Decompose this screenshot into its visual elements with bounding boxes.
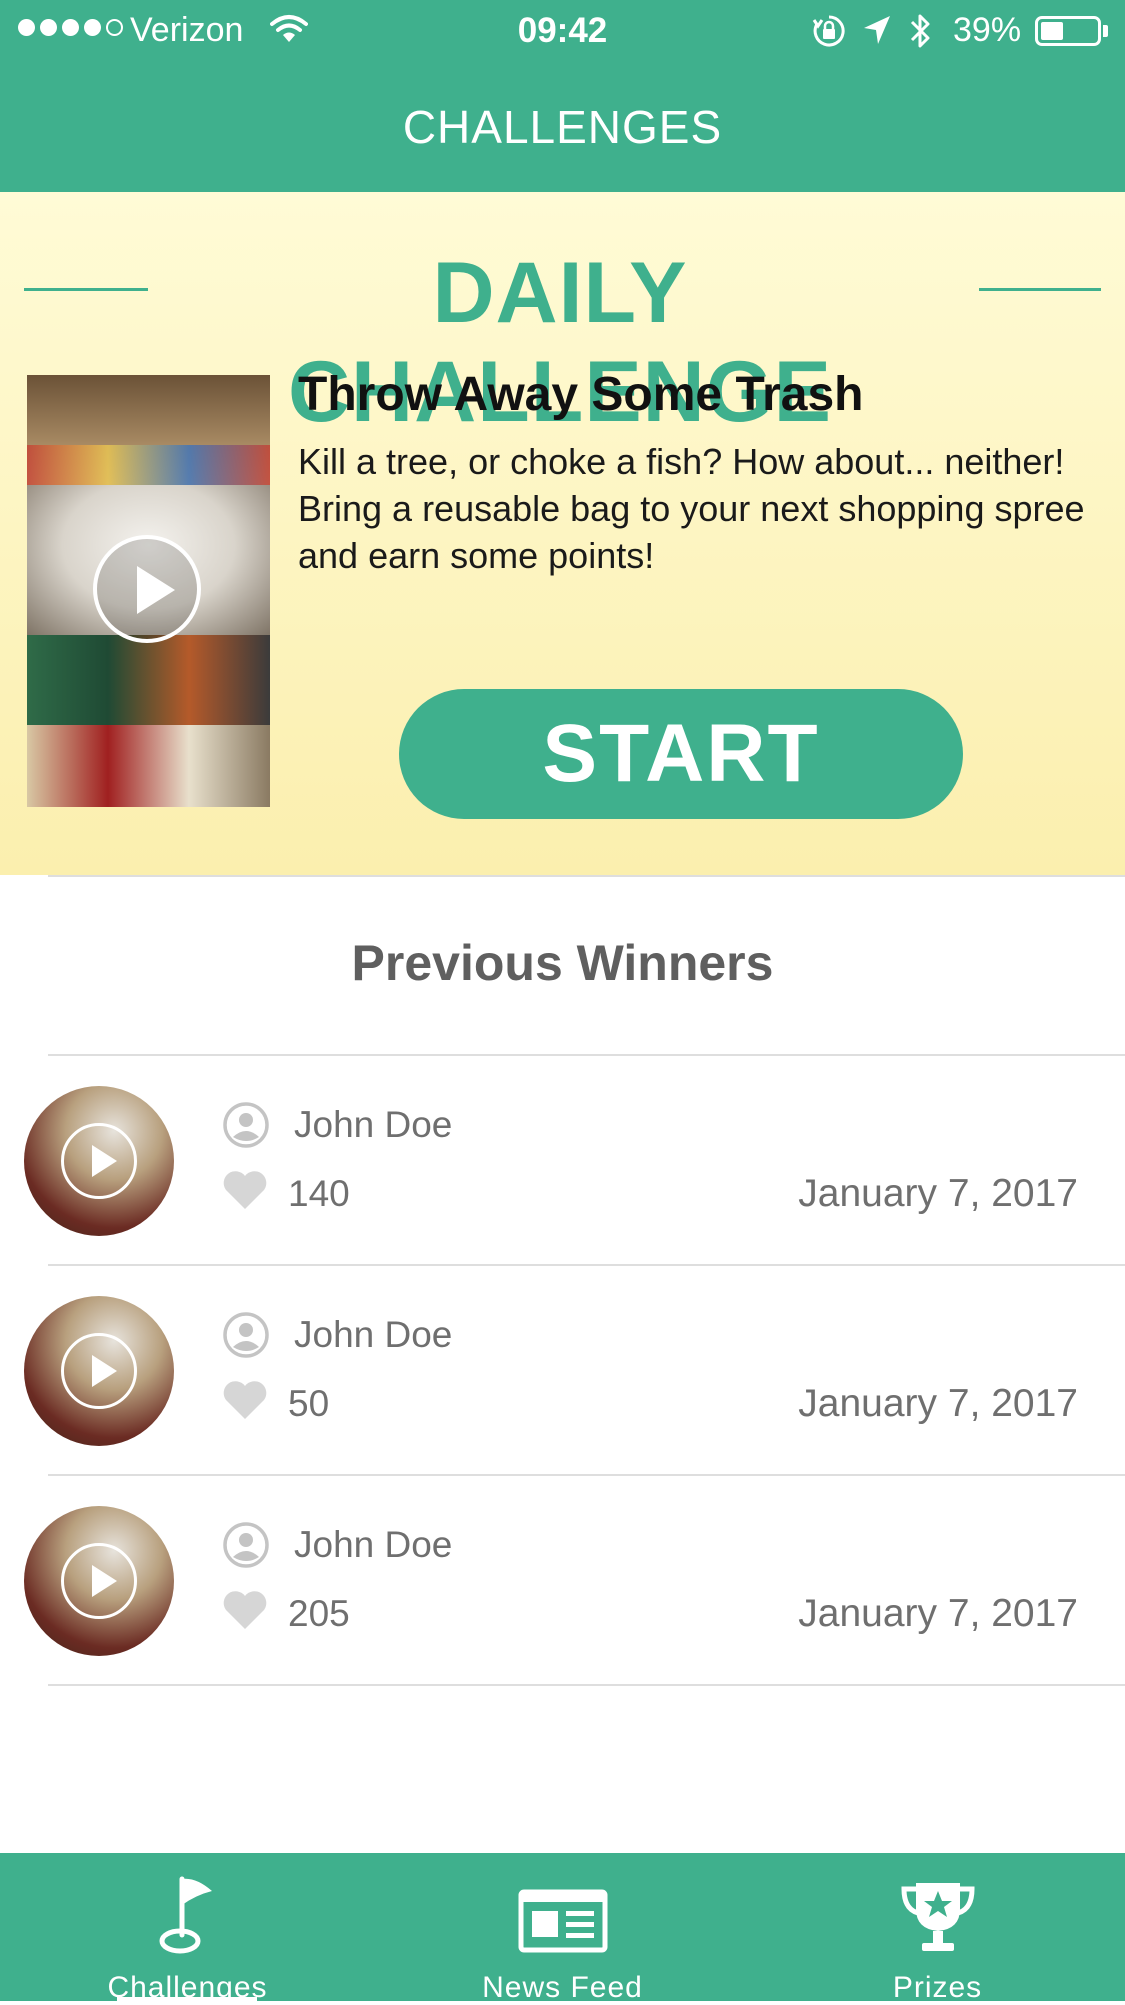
winner-name: John Doe [294,1104,453,1145]
user-icon [223,1522,269,1568]
newspaper-icon [518,1889,607,1953]
winner-date: January 7, 2017 [798,1382,1078,1425]
likes-count: 50 [288,1383,330,1424]
tab-bar: Challenges News Feed Prizes [0,1853,1125,2004]
heart-icon[interactable] [221,1379,269,1421]
location-arrow-icon [862,14,892,51]
winner-name: John Doe [294,1314,453,1355]
tab-challenges[interactable]: Challenges [0,1853,375,2004]
page-title: CHALLENGES [402,101,723,153]
tab-prizes[interactable]: Prizes [750,1853,1125,2004]
play-icon [61,1543,137,1619]
daily-challenge-card: DAILY CHALLENGE Throw Away Some Trash Ki… [0,192,1125,875]
rotation-lock-icon [812,14,846,53]
likes-count: 205 [288,1593,350,1634]
play-icon[interactable] [93,535,201,643]
tab-label: News Feed [482,1971,643,2004]
header-divider-left [24,288,148,291]
user-icon [223,1102,269,1148]
likes-count: 140 [288,1173,350,1214]
header-divider-right [979,288,1101,291]
winner-row[interactable]: John Doe 50 January 7, 2017 [0,1266,1125,1476]
challenge-video-thumbnail[interactable] [27,375,270,807]
user-icon [223,1312,269,1358]
previous-winners-title: Previous Winners [351,935,774,991]
winner-name: John Doe [294,1524,453,1565]
play-icon [61,1123,137,1199]
winner-row[interactable]: John Doe 205 January 7, 2017 [0,1476,1125,1686]
trophy-icon [900,1883,975,1951]
winner-video-thumbnail[interactable] [24,1296,174,1446]
winner-row[interactable]: John Doe 140 January 7, 2017 [0,1056,1125,1266]
tab-label: Prizes [892,1971,983,2004]
navigation-bar: CHALLENGES [0,62,1125,192]
status-bar: Verizon 09:42 39% [0,0,1125,62]
heart-icon[interactable] [221,1589,269,1631]
battery-icon [1035,16,1101,46]
winner-video-thumbnail[interactable] [24,1086,174,1236]
play-icon [61,1333,137,1409]
bluetooth-icon [908,12,934,55]
challenge-title: Throw Away Some Trash [298,368,864,421]
flag-golf-icon [159,1876,212,1954]
winner-date: January 7, 2017 [798,1172,1078,1215]
divider [48,875,1125,877]
winner-date: January 7, 2017 [798,1592,1078,1635]
active-tab-indicator [117,1997,257,2001]
challenge-description: Kill a tree, or choke a fish? How about.… [298,441,1085,576]
winner-video-thumbnail[interactable] [24,1506,174,1656]
tab-news-feed[interactable]: News Feed [375,1853,750,2004]
divider [48,1684,1125,1686]
heart-icon[interactable] [221,1169,269,1211]
start-button[interactable]: START [399,689,963,819]
battery-percentage: 39% [953,11,1022,49]
